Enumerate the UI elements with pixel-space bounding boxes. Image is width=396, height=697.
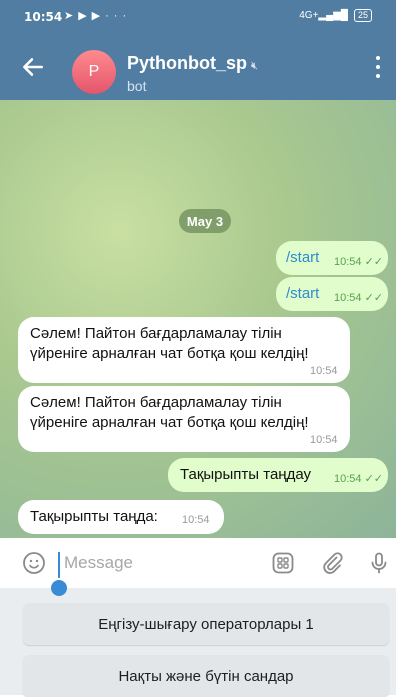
- more-menu-icon[interactable]: [372, 56, 384, 78]
- attach-icon[interactable]: [320, 551, 344, 575]
- battery-icon: 25: [353, 9, 372, 22]
- back-arrow-icon[interactable]: [20, 54, 46, 80]
- message-meta: 10:54 ✓✓: [334, 255, 383, 268]
- double-check-icon: ✓✓: [364, 256, 384, 268]
- message-time: 10:54: [334, 473, 362, 485]
- message-text-line: Сәлем! Пайтон бағдарламалау тілін: [30, 325, 282, 342]
- status-notification-icons: ➤▶▶···: [64, 10, 132, 22]
- message-bubble-outgoing[interactable]: /start 10:54 ✓✓: [276, 277, 388, 311]
- message-text-line: Сәлем! Пайтон бағдарламалау тілін: [30, 394, 282, 411]
- message-bubble-incoming[interactable]: Сәлем! Пайтон бағдарламалау тілін үйрені…: [18, 386, 350, 452]
- status-bar: 10:54 ➤▶▶··· 4G+▂▄▆█ 25: [0, 0, 396, 34]
- message-text[interactable]: /start: [286, 249, 319, 266]
- chat-title[interactable]: Pythonbot_sp 🔇︎: [127, 53, 258, 74]
- message-time: 10:54: [182, 514, 210, 526]
- message-time: 10:54: [334, 256, 362, 268]
- message-meta: 10:54 ✓✓: [334, 472, 383, 485]
- bot-reply-keyboard: Еңгізу-шығару операторлары 1 Нақты және …: [0, 588, 396, 697]
- muted-icon: 🔇︎: [251, 60, 258, 72]
- keyboard-button-io-operators[interactable]: Еңгізу-шығару операторлары 1: [23, 603, 389, 645]
- message-text: Тақырыпты таңдау: [180, 466, 311, 483]
- message-bubble-incoming[interactable]: Тақырыпты таңда: 10:54: [18, 500, 224, 534]
- message-bubble-outgoing[interactable]: /start 10:54 ✓✓: [276, 241, 388, 275]
- message-text-line: үйреніге арналған чат ботқа қош келдің!: [30, 414, 309, 431]
- bot-keyboard-icon[interactable]: [271, 551, 295, 575]
- signal-icon: 4G+▂▄▆█: [299, 10, 348, 21]
- microphone-icon[interactable]: [367, 551, 391, 575]
- chat-title-text: Pythonbot_sp: [127, 53, 247, 73]
- message-time: 10:54: [334, 292, 362, 304]
- status-time: 10:54: [24, 10, 63, 24]
- message-list[interactable]: May 3 /start 10:54 ✓✓ /start 10:54 ✓✓ Сә…: [0, 100, 396, 538]
- chat-header: P Pythonbot_sp 🔇︎ bot: [0, 34, 396, 100]
- network-type: 4G+: [299, 10, 319, 21]
- message-time: 10:54: [310, 434, 338, 446]
- double-check-icon: ✓✓: [364, 292, 384, 304]
- double-check-icon: ✓✓: [364, 473, 384, 485]
- message-bubble-outgoing[interactable]: Тақырыпты таңдау 10:54 ✓✓: [168, 458, 388, 492]
- avatar[interactable]: P: [72, 50, 116, 94]
- text-selection-handle[interactable]: [51, 580, 67, 596]
- keyboard-button-numbers[interactable]: Нақты және бүтін сандар: [23, 655, 389, 697]
- message-text: Тақырыпты таңда:: [30, 508, 158, 525]
- message-bubble-incoming[interactable]: Сәлем! Пайтон бағдарламалау тілін үйрені…: [18, 317, 350, 383]
- status-right: 4G+▂▄▆█ 25: [299, 9, 372, 22]
- message-input[interactable]: [60, 548, 254, 578]
- message-time: 10:54: [310, 365, 338, 377]
- message-text-line: үйреніге арналған чат ботқа қош келдің!: [30, 345, 309, 362]
- emoji-icon[interactable]: [22, 551, 46, 575]
- chat-subtitle: bot: [127, 78, 147, 94]
- message-meta: 10:54 ✓✓: [334, 291, 383, 304]
- date-chip: May 3: [179, 209, 231, 233]
- message-text[interactable]: /start: [286, 285, 319, 302]
